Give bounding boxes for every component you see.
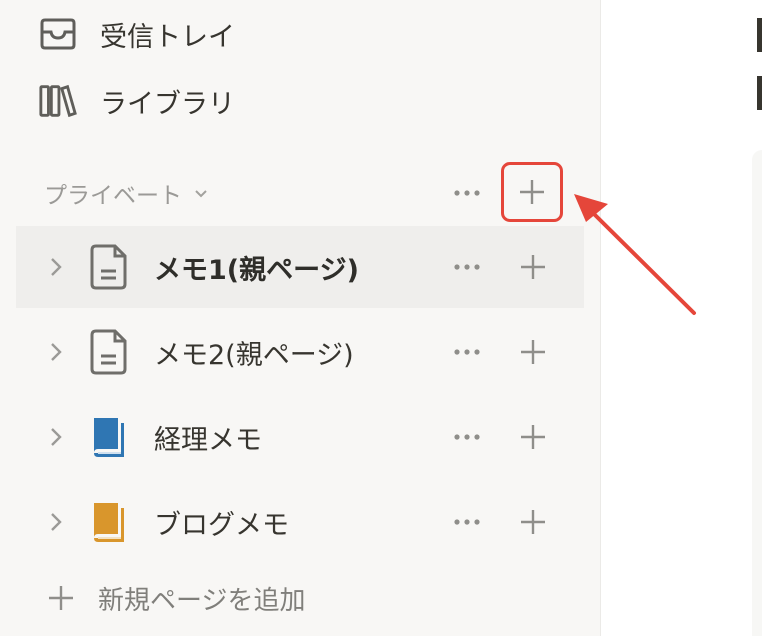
- sidebar-item-inbox-label: 受信トレイ: [100, 21, 235, 53]
- document-icon: [88, 243, 130, 291]
- more-options-icon[interactable]: [452, 339, 486, 365]
- expand-chevron-icon[interactable]: [46, 255, 66, 279]
- page-title: 経理メモ: [154, 425, 262, 456]
- more-options-icon[interactable]: [452, 254, 486, 280]
- inbox-icon: [38, 14, 78, 54]
- section-header-private[interactable]: プライベート: [44, 172, 208, 214]
- expand-chevron-icon[interactable]: [46, 425, 66, 449]
- sidebar-item-library[interactable]: ライブラリ: [38, 81, 235, 121]
- plus-icon: [44, 581, 78, 615]
- page-row[interactable]: ブログメモ: [16, 481, 584, 563]
- main-content-panel: [752, 150, 762, 636]
- library-icon: [38, 81, 78, 121]
- sidebar: 受信トレイ ライブラリ プライベート メモ1(親ページ) メモ2(親ページ) 経…: [0, 0, 601, 636]
- expand-chevron-icon[interactable]: [46, 510, 66, 534]
- more-options-icon[interactable]: [452, 509, 486, 535]
- section-header-label: プライベート: [44, 183, 182, 209]
- sidebar-item-library-label: ライブラリ: [100, 88, 235, 120]
- page-title: メモ1(親ページ): [154, 255, 359, 286]
- plus-icon: [520, 180, 544, 204]
- add-subpage-icon[interactable]: [516, 250, 550, 284]
- add-subpage-icon[interactable]: [516, 420, 550, 454]
- sidebar-item-inbox[interactable]: 受信トレイ: [38, 14, 235, 54]
- more-options-icon[interactable]: [452, 180, 486, 206]
- page-row[interactable]: 経理メモ: [16, 396, 584, 478]
- main-content-fragment: [757, 76, 762, 110]
- orange-book-icon: [88, 498, 130, 546]
- add-new-page-label: 新規ページを追加: [98, 585, 306, 616]
- page-title: ブログメモ: [154, 510, 289, 541]
- expand-chevron-icon[interactable]: [46, 340, 66, 364]
- page-title: メモ2(親ページ): [154, 340, 354, 371]
- page-row[interactable]: メモ2(親ページ): [16, 311, 584, 393]
- page-row[interactable]: メモ1(親ページ): [16, 226, 584, 308]
- add-new-page-button[interactable]: 新規ページを追加: [44, 578, 305, 618]
- blue-book-icon: [88, 413, 130, 461]
- chevron-down-icon: [194, 183, 208, 204]
- add-private-page-button[interactable]: [501, 162, 563, 222]
- add-subpage-icon[interactable]: [516, 335, 550, 369]
- more-options-icon[interactable]: [452, 424, 486, 450]
- main-content-fragment: [757, 18, 762, 52]
- document-icon: [88, 328, 130, 376]
- add-subpage-icon[interactable]: [516, 505, 550, 539]
